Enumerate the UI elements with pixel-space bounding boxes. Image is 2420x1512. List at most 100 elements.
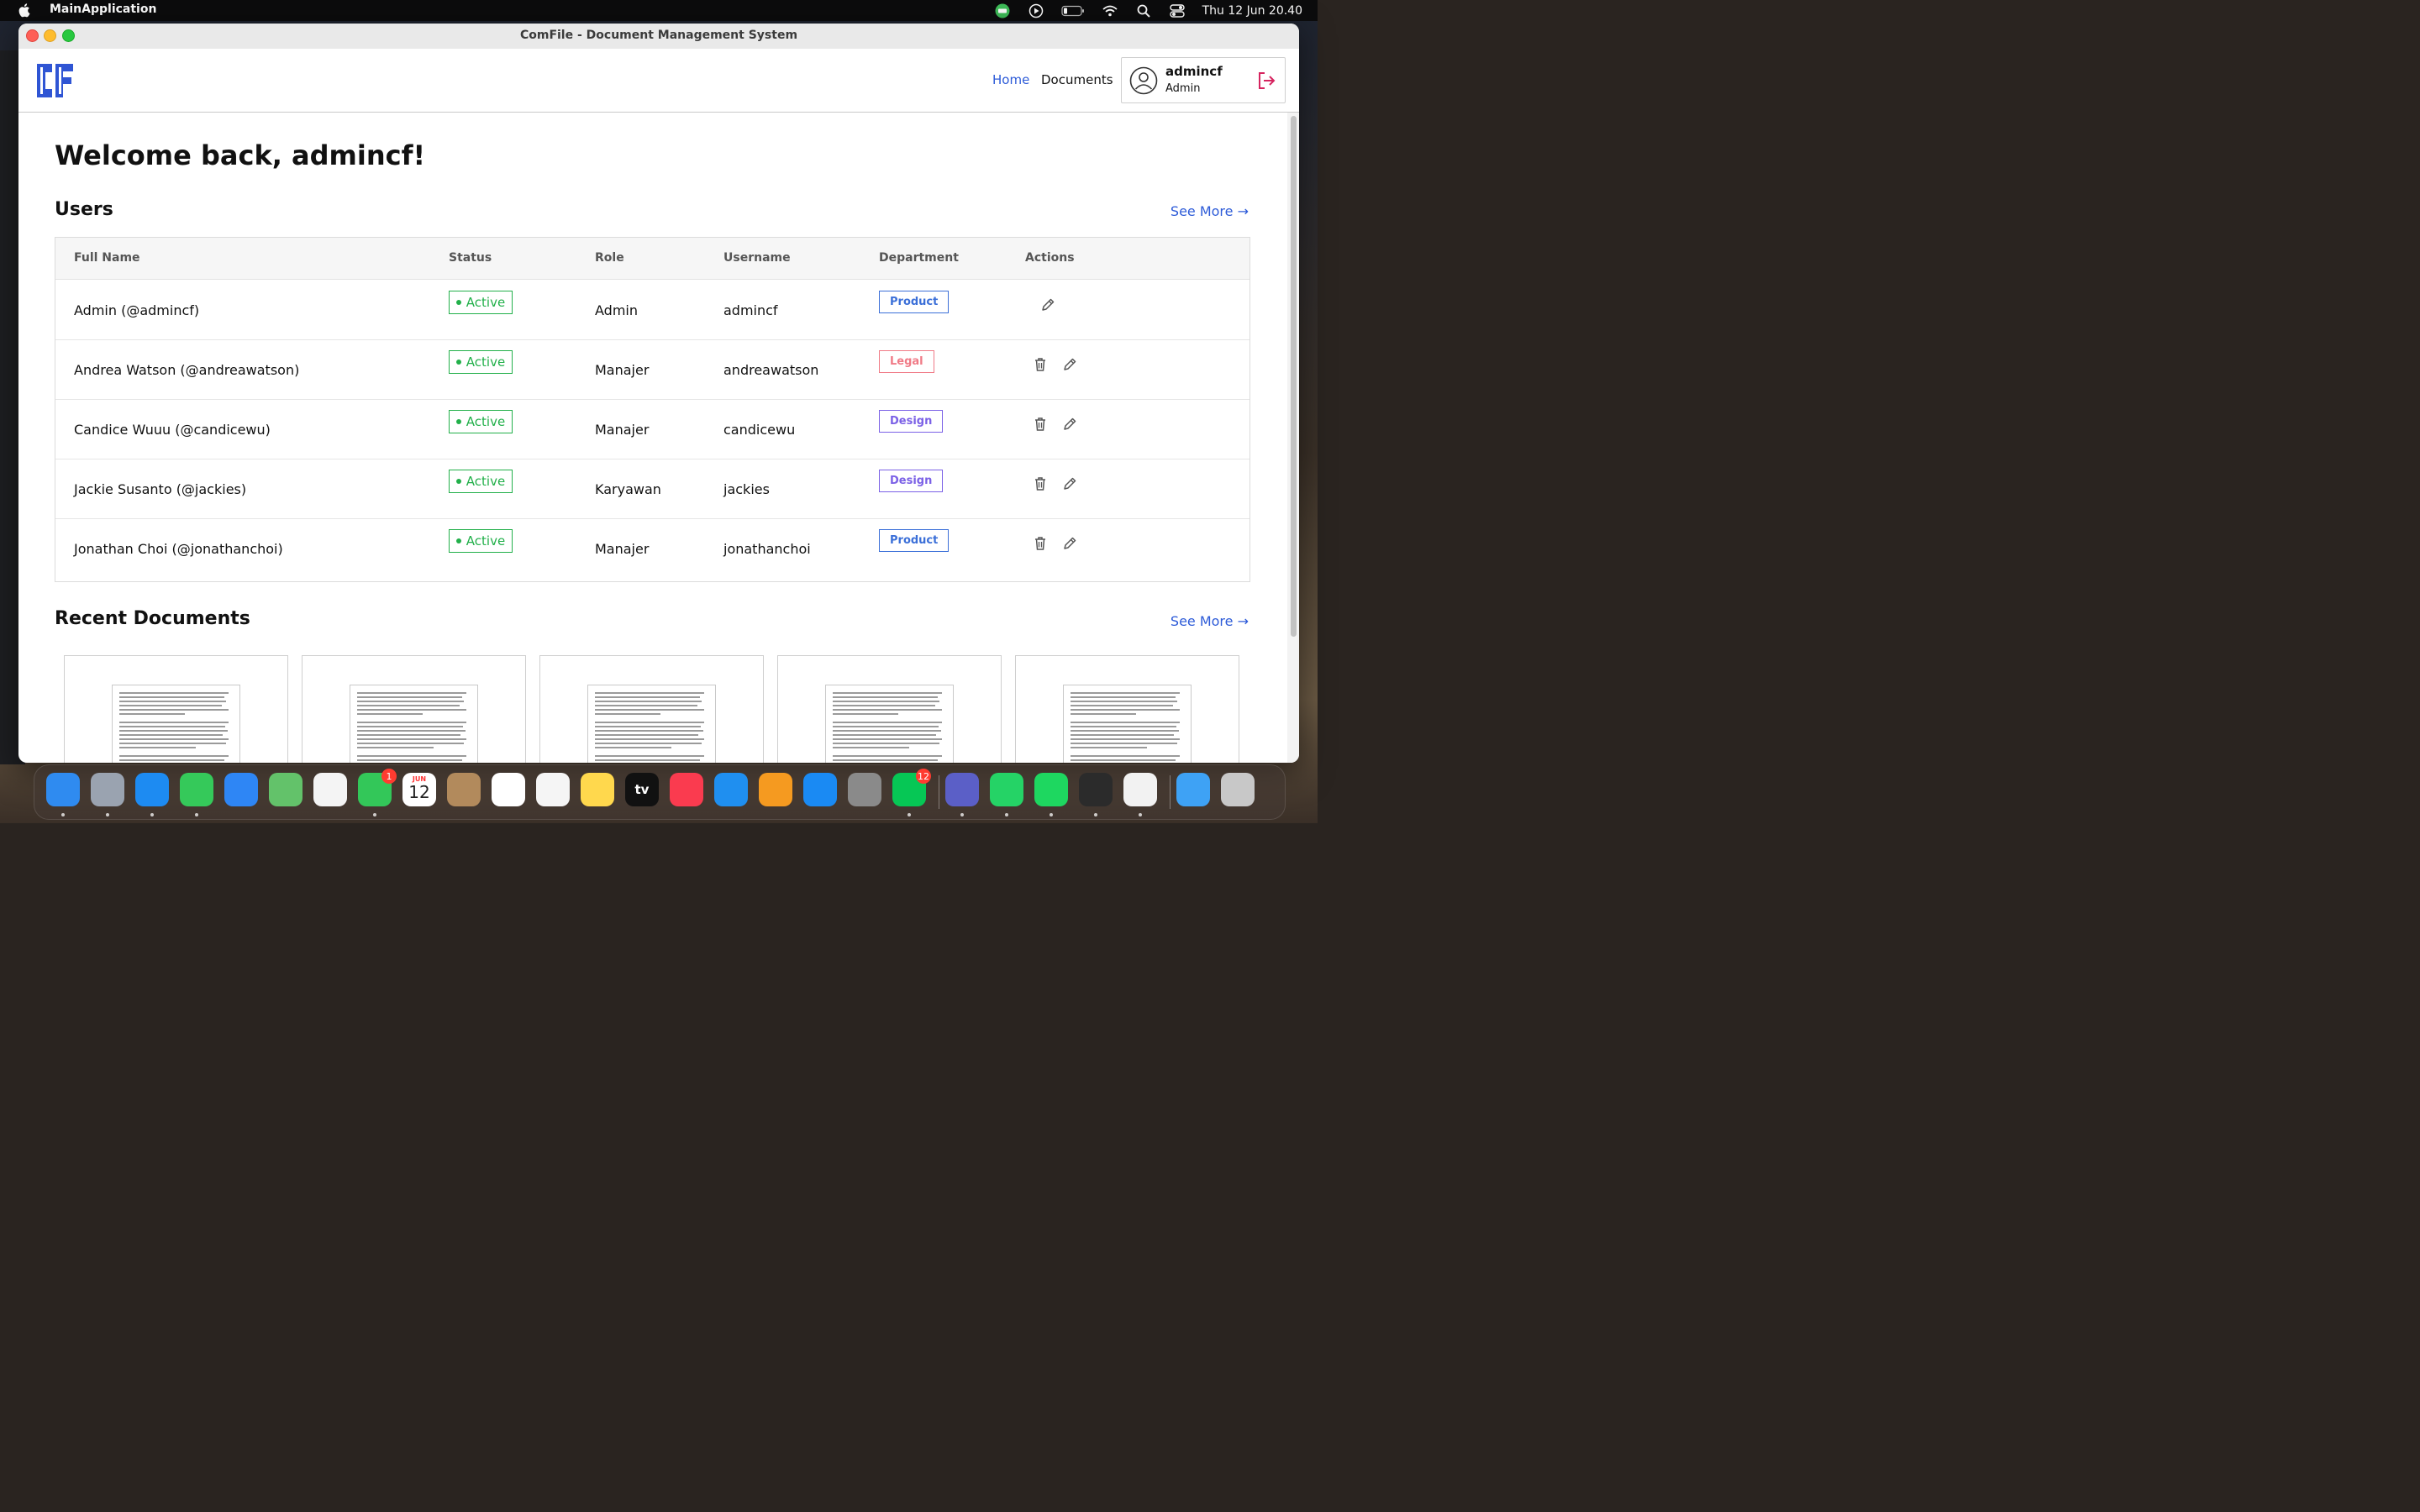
department-badge: Product — [879, 529, 950, 552]
music-icon[interactable] — [670, 773, 703, 806]
spotify-icon[interactable] — [1034, 773, 1068, 806]
cell-role: Karyawan — [595, 481, 661, 497]
pages-icon[interactable] — [759, 773, 792, 806]
search-icon[interactable] — [1135, 4, 1152, 18]
status-dot-icon — [455, 360, 461, 365]
document-card[interactable] — [777, 655, 1002, 763]
users-see-more-link[interactable]: See More → — [1171, 203, 1249, 219]
table-row: Andrea Watson (@andreawatson) Active Manaj… — [55, 339, 1249, 400]
welcome-heading: Welcome back, admincf! — [55, 139, 426, 171]
reminders-icon[interactable] — [492, 773, 525, 806]
menu-bar-clock[interactable]: Thu 12 Jun 20.40 — [1202, 4, 1302, 18]
document-thumbnail — [587, 685, 716, 763]
table-row: Jackie Susanto (@jackies) Active Karyawan j… — [55, 459, 1249, 519]
status-badge-label: Active — [466, 533, 506, 549]
maps-icon[interactable] — [269, 773, 302, 806]
photos-icon[interactable] — [313, 773, 347, 806]
content-scrollbar-thumb[interactable] — [1291, 116, 1297, 637]
play-icon[interactable] — [1028, 3, 1044, 18]
line-icon[interactable] — [994, 3, 1011, 18]
dock-running-indicator — [150, 813, 154, 816]
cell-username: jonathanchoi — [723, 541, 811, 557]
column-header-department: Department — [879, 251, 959, 265]
status-dot-icon — [455, 479, 461, 484]
document-card[interactable] — [539, 655, 764, 763]
facetime-notification-badge: 1 — [381, 769, 397, 784]
user-avatar-icon — [1129, 66, 1158, 95]
nav-documents-link[interactable]: Documents — [1041, 72, 1113, 87]
menu-bar: MainApplication Thu 12 Jun 20.40 — [0, 0, 1318, 21]
status-badge-label: Active — [466, 354, 506, 370]
main-content: Welcome back, admincf! Users See More → … — [18, 113, 1287, 763]
dock-running-indicator — [61, 813, 65, 816]
safari-icon[interactable] — [135, 773, 169, 806]
status-dot-icon — [455, 419, 461, 424]
dock-running-indicator — [1005, 813, 1008, 816]
status-dot-icon — [455, 300, 461, 305]
nav-home-link[interactable]: Home — [992, 72, 1029, 87]
delete-user-icon[interactable] — [1032, 475, 1049, 492]
window-titlebar[interactable]: ComFile - Document Management System — [18, 24, 1299, 50]
whatsapp-icon[interactable] — [990, 773, 1023, 806]
wifi-icon[interactable] — [1102, 4, 1118, 18]
department-badge: Design — [879, 410, 944, 433]
launchpad-icon[interactable] — [91, 773, 124, 806]
apple-tv-icon[interactable]: tv — [625, 773, 659, 806]
column-header-role: Role — [595, 251, 624, 265]
user-profile-box[interactable]: admincf Admin — [1121, 57, 1286, 103]
notes-icon[interactable] — [581, 773, 614, 806]
logout-icon[interactable] — [1256, 71, 1276, 91]
dock-running-indicator — [1094, 813, 1097, 816]
edit-user-icon[interactable] — [1061, 535, 1078, 552]
mail-icon[interactable] — [224, 773, 258, 806]
cell-full-name: Jackie Susanto (@jackies) — [74, 481, 247, 497]
battery-icon[interactable] — [1060, 4, 1085, 18]
document-card[interactable] — [1015, 655, 1239, 763]
java-icon[interactable] — [1123, 773, 1157, 806]
document-thumbnail — [350, 685, 478, 763]
document-card[interactable] — [64, 655, 288, 763]
department-badge: Design — [879, 470, 944, 492]
app-header: Home Documents admincf Admin — [18, 49, 1299, 113]
keynote-icon[interactable] — [714, 773, 748, 806]
dock-running-indicator — [1050, 813, 1053, 816]
control-center-icon[interactable] — [1169, 3, 1186, 18]
system-settings-icon[interactable] — [848, 773, 881, 806]
column-header-status: Status — [449, 251, 492, 265]
app-window: ComFile - Document Management System Hom… — [18, 24, 1299, 763]
edit-user-icon[interactable] — [1039, 297, 1056, 313]
finder-icon[interactable] — [46, 773, 80, 806]
delete-user-icon[interactable] — [1032, 416, 1049, 433]
dock-running-indicator — [960, 813, 964, 816]
edit-user-icon[interactable] — [1061, 356, 1078, 373]
cell-role: Admin — [595, 302, 638, 318]
downloads-folder-icon[interactable] — [1176, 773, 1210, 806]
virtualbox-icon[interactable] — [1079, 773, 1113, 806]
edit-user-icon[interactable] — [1061, 416, 1078, 433]
delete-user-icon[interactable] — [1032, 535, 1049, 552]
contacts-icon[interactable] — [447, 773, 481, 806]
documents-see-more-link[interactable]: See More → — [1171, 613, 1249, 629]
app-store-icon[interactable] — [803, 773, 837, 806]
column-header-full-name: Full Name — [74, 251, 140, 265]
calendar-icon[interactable]: JUN 12 — [402, 773, 436, 806]
teams-icon[interactable] — [945, 773, 979, 806]
cell-full-name: Admin (@admincf) — [74, 302, 200, 318]
status-badge: Active — [449, 350, 513, 374]
document-card[interactable] — [302, 655, 526, 763]
status-badge-label: Active — [466, 295, 506, 310]
dock-separator — [1170, 775, 1171, 809]
document-thumbnail — [1063, 685, 1192, 763]
active-app-name[interactable]: MainApplication — [50, 3, 156, 16]
table-row: Admin (@admincf) Active Admin admincf Produc… — [55, 280, 1249, 340]
messages-icon[interactable] — [180, 773, 213, 806]
delete-user-icon[interactable] — [1032, 356, 1049, 373]
edit-user-icon[interactable] — [1061, 475, 1078, 492]
column-header-username: Username — [723, 251, 791, 265]
comfile-logo[interactable] — [35, 60, 74, 101]
apple-icon[interactable] — [18, 3, 32, 18]
trash-icon[interactable] — [1221, 773, 1255, 806]
freeform-icon[interactable] — [536, 773, 570, 806]
dock-running-indicator — [106, 813, 109, 816]
column-header-actions: Actions — [1025, 251, 1075, 265]
